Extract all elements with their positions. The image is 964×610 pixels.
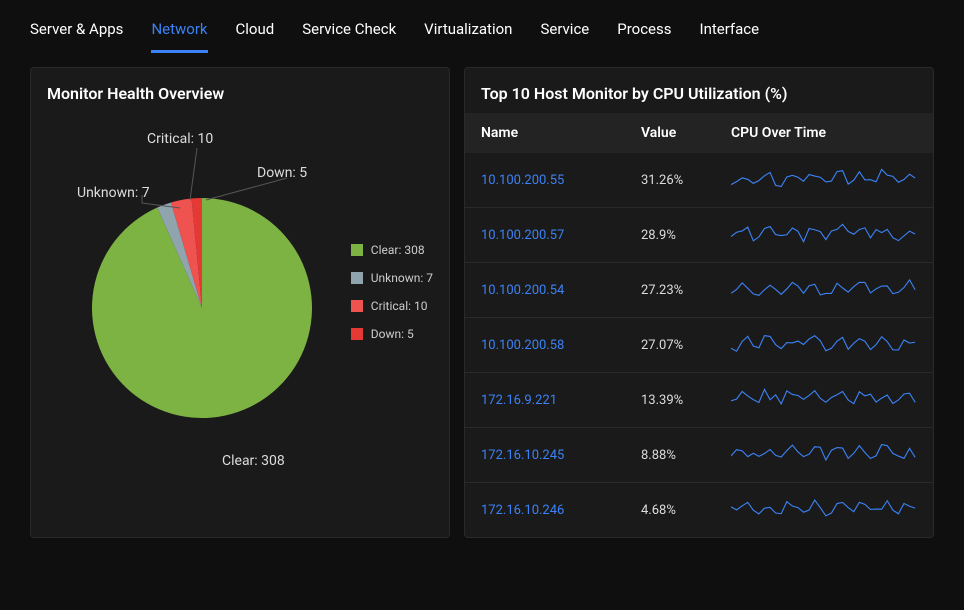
table-row: 10.100.200.5531.26% <box>465 153 933 208</box>
callout-unknown: Unknown: 7 <box>77 185 150 201</box>
host-value: 13.39% <box>641 393 731 408</box>
health-panel: Monitor Health Overview Critical: 10 Dow… <box>30 67 450 538</box>
col-value: Value <box>641 125 731 141</box>
table-row: 10.100.200.5728.9% <box>465 208 933 263</box>
pie-chart <box>87 193 317 423</box>
table-row: 10.100.200.5827.07% <box>465 318 933 373</box>
tab-service-check[interactable]: Service Check <box>302 20 396 53</box>
legend-label: Unknown: 7 <box>371 271 433 285</box>
col-name: Name <box>481 125 641 141</box>
legend-label: Down: 5 <box>371 327 414 341</box>
pie-legend: Clear: 308 Unknown: 7 Critical: 10 Down: 5 <box>351 243 433 355</box>
table-body: 10.100.200.5531.26%10.100.200.5728.9%10.… <box>465 153 933 537</box>
host-link[interactable]: 172.16.10.246 <box>481 503 641 518</box>
host-link[interactable]: 172.16.9.221 <box>481 393 641 408</box>
tab-cloud[interactable]: Cloud <box>236 20 275 53</box>
host-value: 27.07% <box>641 338 731 353</box>
host-link[interactable]: 10.100.200.57 <box>481 228 641 243</box>
sparkline <box>731 438 917 472</box>
callout-critical: Critical: 10 <box>147 131 213 147</box>
tab-network[interactable]: Network <box>151 20 207 53</box>
tab-service[interactable]: Service <box>540 20 589 53</box>
tab-virtualization[interactable]: Virtualization <box>424 20 512 53</box>
pie-wrap: Critical: 10 Down: 5 Unknown: 7 Clear: 3… <box>47 113 433 493</box>
legend-item-unknown[interactable]: Unknown: 7 <box>351 271 433 285</box>
table-row: 10.100.200.5427.23% <box>465 263 933 318</box>
sparkline <box>731 328 917 362</box>
legend-swatch <box>351 328 363 340</box>
host-value: 4.68% <box>641 503 731 518</box>
host-link[interactable]: 10.100.200.58 <box>481 338 641 353</box>
legend-swatch <box>351 244 363 256</box>
health-title: Monitor Health Overview <box>47 84 433 103</box>
cpu-panel: Top 10 Host Monitor by CPU Utilization (… <box>464 67 934 538</box>
sparkline <box>731 383 917 417</box>
tab-interface[interactable]: Interface <box>700 20 760 53</box>
legend-swatch <box>351 300 363 312</box>
host-value: 8.88% <box>641 448 731 463</box>
legend-label: Clear: 308 <box>371 243 425 257</box>
tab-server-apps[interactable]: Server & Apps <box>30 20 123 53</box>
legend-swatch <box>351 272 363 284</box>
legend-label: Critical: 10 <box>371 299 428 313</box>
table-row: 172.16.9.22113.39% <box>465 373 933 428</box>
table-row: 172.16.10.2458.88% <box>465 428 933 483</box>
legend-item-clear[interactable]: Clear: 308 <box>351 243 433 257</box>
tab-process[interactable]: Process <box>617 20 671 53</box>
col-spark: CPU Over Time <box>731 125 917 141</box>
sparkline <box>731 218 917 252</box>
host-value: 27.23% <box>641 283 731 298</box>
callout-clear: Clear: 308 <box>222 453 285 469</box>
legend-item-down[interactable]: Down: 5 <box>351 327 433 341</box>
callout-down: Down: 5 <box>257 165 307 181</box>
table-row: 172.16.10.2464.68% <box>465 483 933 537</box>
host-value: 28.9% <box>641 228 731 243</box>
tabs: Server & Apps Network Cloud Service Check Vi… <box>0 0 964 53</box>
legend-item-critical[interactable]: Critical: 10 <box>351 299 433 313</box>
sparkline <box>731 163 917 197</box>
host-link[interactable]: 10.100.200.54 <box>481 283 641 298</box>
sparkline <box>731 273 917 307</box>
sparkline <box>731 493 917 527</box>
table-header: Name Value CPU Over Time <box>465 113 933 153</box>
host-link[interactable]: 10.100.200.55 <box>481 173 641 188</box>
cpu-title: Top 10 Host Monitor by CPU Utilization (… <box>465 84 933 103</box>
host-value: 31.26% <box>641 173 731 188</box>
host-link[interactable]: 172.16.10.245 <box>481 448 641 463</box>
